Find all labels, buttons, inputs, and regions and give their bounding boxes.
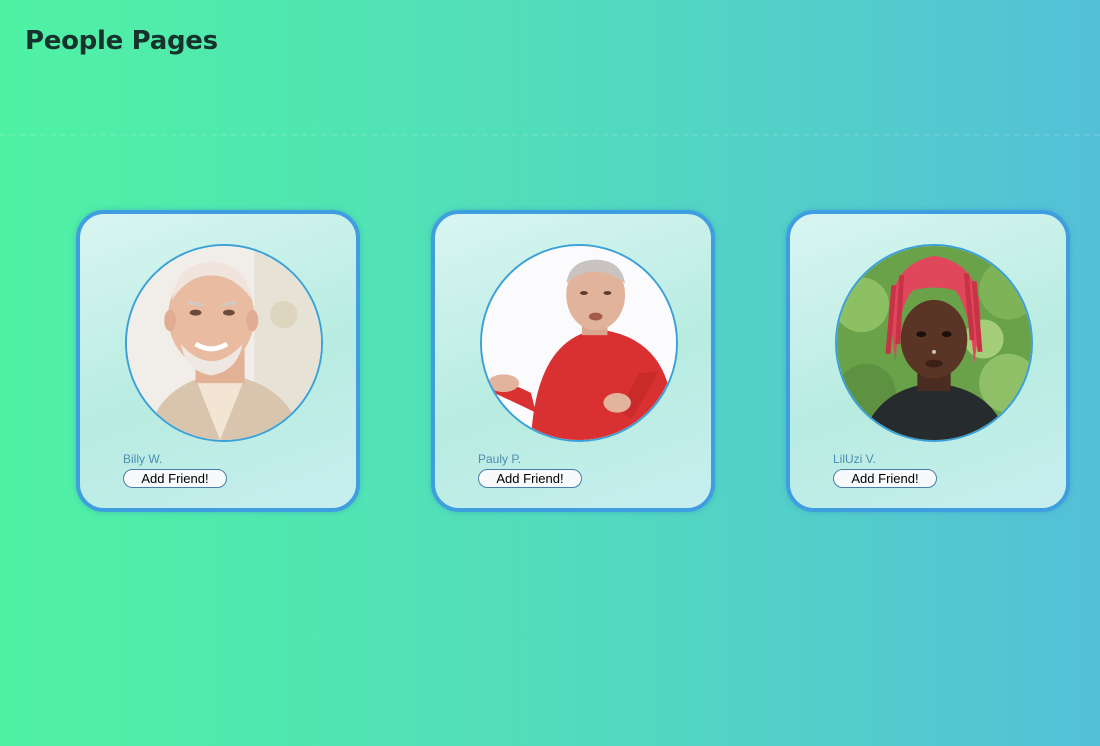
person-name: Pauly P. bbox=[478, 452, 522, 466]
person-card: Billy W. Add Friend! bbox=[76, 210, 360, 512]
avatar bbox=[125, 244, 323, 442]
add-friend-button[interactable]: Add Friend! bbox=[123, 469, 227, 488]
add-friend-button[interactable]: Add Friend! bbox=[833, 469, 937, 488]
person-name: Billy W. bbox=[123, 452, 163, 466]
person-name: LilUzi V. bbox=[833, 452, 876, 466]
person-card: LilUzi V. Add Friend! bbox=[786, 210, 1070, 512]
add-friend-button[interactable]: Add Friend! bbox=[478, 469, 582, 488]
divider bbox=[0, 134, 1100, 136]
avatar bbox=[835, 244, 1033, 442]
person-card: Pauly P. Add Friend! bbox=[431, 210, 715, 512]
page-title: People Pages bbox=[25, 26, 218, 56]
avatar bbox=[480, 244, 678, 442]
